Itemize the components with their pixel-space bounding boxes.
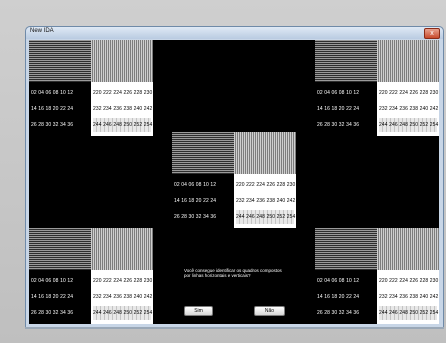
title-bar[interactable]: New IDA x: [26, 27, 443, 39]
dark-number-grid: 02 04 06 08 10 12 14 16 18 20 22 24 26 2…: [315, 270, 377, 324]
dark-row: 02 04 06 08 10 12: [31, 278, 74, 284]
dark-row: 02 04 06 08 10 12: [317, 90, 360, 96]
dark-number-grid: 02 04 06 08 10 12 14 16 18 20 22 24 26 2…: [29, 270, 91, 324]
light-row: 220 222 224 226 228 230: [379, 278, 439, 284]
dark-row: 26 28 30 32 34 36: [31, 122, 74, 128]
light-row: 244 246 248 250 252 254: [236, 214, 296, 220]
light-row: 232 234 236 238 240 242: [93, 106, 153, 112]
test-pattern-area: 02 04 06 08 10 12 14 16 18 20 22 24 26 2…: [29, 40, 439, 324]
window-bottom-edge: [25, 327, 444, 329]
light-row: 220 222 224 226 228 230: [236, 182, 296, 188]
light-number-grid: 220 222 224 226 228 230 232 234 236 238 …: [234, 174, 296, 228]
vertical-lines-square: [234, 132, 296, 174]
dark-row: 02 04 06 08 10 12: [31, 90, 74, 96]
yes-button[interactable]: Sim: [184, 306, 213, 316]
horizontal-lines-square: [29, 40, 91, 82]
light-row: 244 246 248 250 252 254: [93, 310, 153, 316]
light-row: 244 246 248 250 252 254: [379, 310, 439, 316]
dark-row: 26 28 30 32 34 36: [317, 122, 360, 128]
test-panel-top-left: 02 04 06 08 10 12 14 16 18 20 22 24 26 2…: [29, 40, 153, 136]
vertical-lines-square: [377, 228, 439, 270]
no-button[interactable]: Não: [254, 306, 285, 316]
dark-row: 02 04 06 08 10 12: [317, 278, 360, 284]
dark-row: 02 04 06 08 10 12: [174, 182, 217, 188]
light-row: 220 222 224 226 228 230: [379, 90, 439, 96]
light-row: 232 234 236 238 240 242: [379, 106, 439, 112]
test-panel-center: 02 04 06 08 10 12 14 16 18 20 22 24 26 2…: [172, 132, 296, 228]
dark-row: 26 28 30 32 34 36: [317, 310, 360, 316]
dark-number-grid: 02 04 06 08 10 12 14 16 18 20 22 24 26 2…: [172, 174, 234, 228]
light-row: 232 234 236 238 240 242: [93, 294, 153, 300]
dark-row: 14 16 18 20 22 24: [317, 106, 360, 112]
light-row: 220 222 224 226 228 230: [93, 90, 153, 96]
test-panel-bottom-left: 02 04 06 08 10 12 14 16 18 20 22 24 26 2…: [29, 228, 153, 324]
dark-row: 14 16 18 20 22 24: [317, 294, 360, 300]
horizontal-lines-square: [29, 228, 91, 270]
light-number-grid: 220 222 224 226 228 230 232 234 236 238 …: [377, 270, 439, 324]
test-panel-top-right: 02 04 06 08 10 12 14 16 18 20 22 24 26 2…: [315, 40, 439, 136]
test-panel-bottom-right: 02 04 06 08 10 12 14 16 18 20 22 24 26 2…: [315, 228, 439, 324]
light-row: 220 222 224 226 228 230: [93, 278, 153, 284]
question-line-2: por linhas horizontais e verticais?: [184, 273, 251, 278]
question-text: Você consegue identificar os quadros com…: [184, 268, 284, 278]
horizontal-lines-square: [172, 132, 234, 174]
light-row: 244 246 248 250 252 254: [379, 122, 439, 128]
dark-number-grid: 02 04 06 08 10 12 14 16 18 20 22 24 26 2…: [29, 82, 91, 136]
light-number-grid: 220 222 224 226 228 230 232 234 236 238 …: [91, 82, 153, 136]
dark-row: 14 16 18 20 22 24: [31, 294, 74, 300]
vertical-lines-square: [91, 40, 153, 82]
window-title: New IDA: [30, 28, 54, 34]
light-number-grid: 220 222 224 226 228 230 232 234 236 238 …: [377, 82, 439, 136]
close-icon: x: [430, 30, 434, 37]
light-row: 232 234 236 238 240 242: [379, 294, 439, 300]
horizontal-lines-square: [315, 40, 377, 82]
dark-row: 14 16 18 20 22 24: [31, 106, 74, 112]
close-button[interactable]: x: [424, 28, 440, 39]
light-number-grid: 220 222 224 226 228 230 232 234 236 238 …: [91, 270, 153, 324]
dark-row: 26 28 30 32 34 36: [31, 310, 74, 316]
dark-row: 14 16 18 20 22 24: [174, 198, 217, 204]
dark-number-grid: 02 04 06 08 10 12 14 16 18 20 22 24 26 2…: [315, 82, 377, 136]
dark-row: 26 28 30 32 34 36: [174, 214, 217, 220]
vertical-lines-square: [91, 228, 153, 270]
light-row: 232 234 236 238 240 242: [236, 198, 296, 204]
horizontal-lines-square: [315, 228, 377, 270]
dialog-window: New IDA x 02 04 06 08 10 12 14 16 18 20 …: [25, 26, 444, 328]
light-row: 244 246 248 250 252 254: [93, 122, 153, 128]
vertical-lines-square: [377, 40, 439, 82]
